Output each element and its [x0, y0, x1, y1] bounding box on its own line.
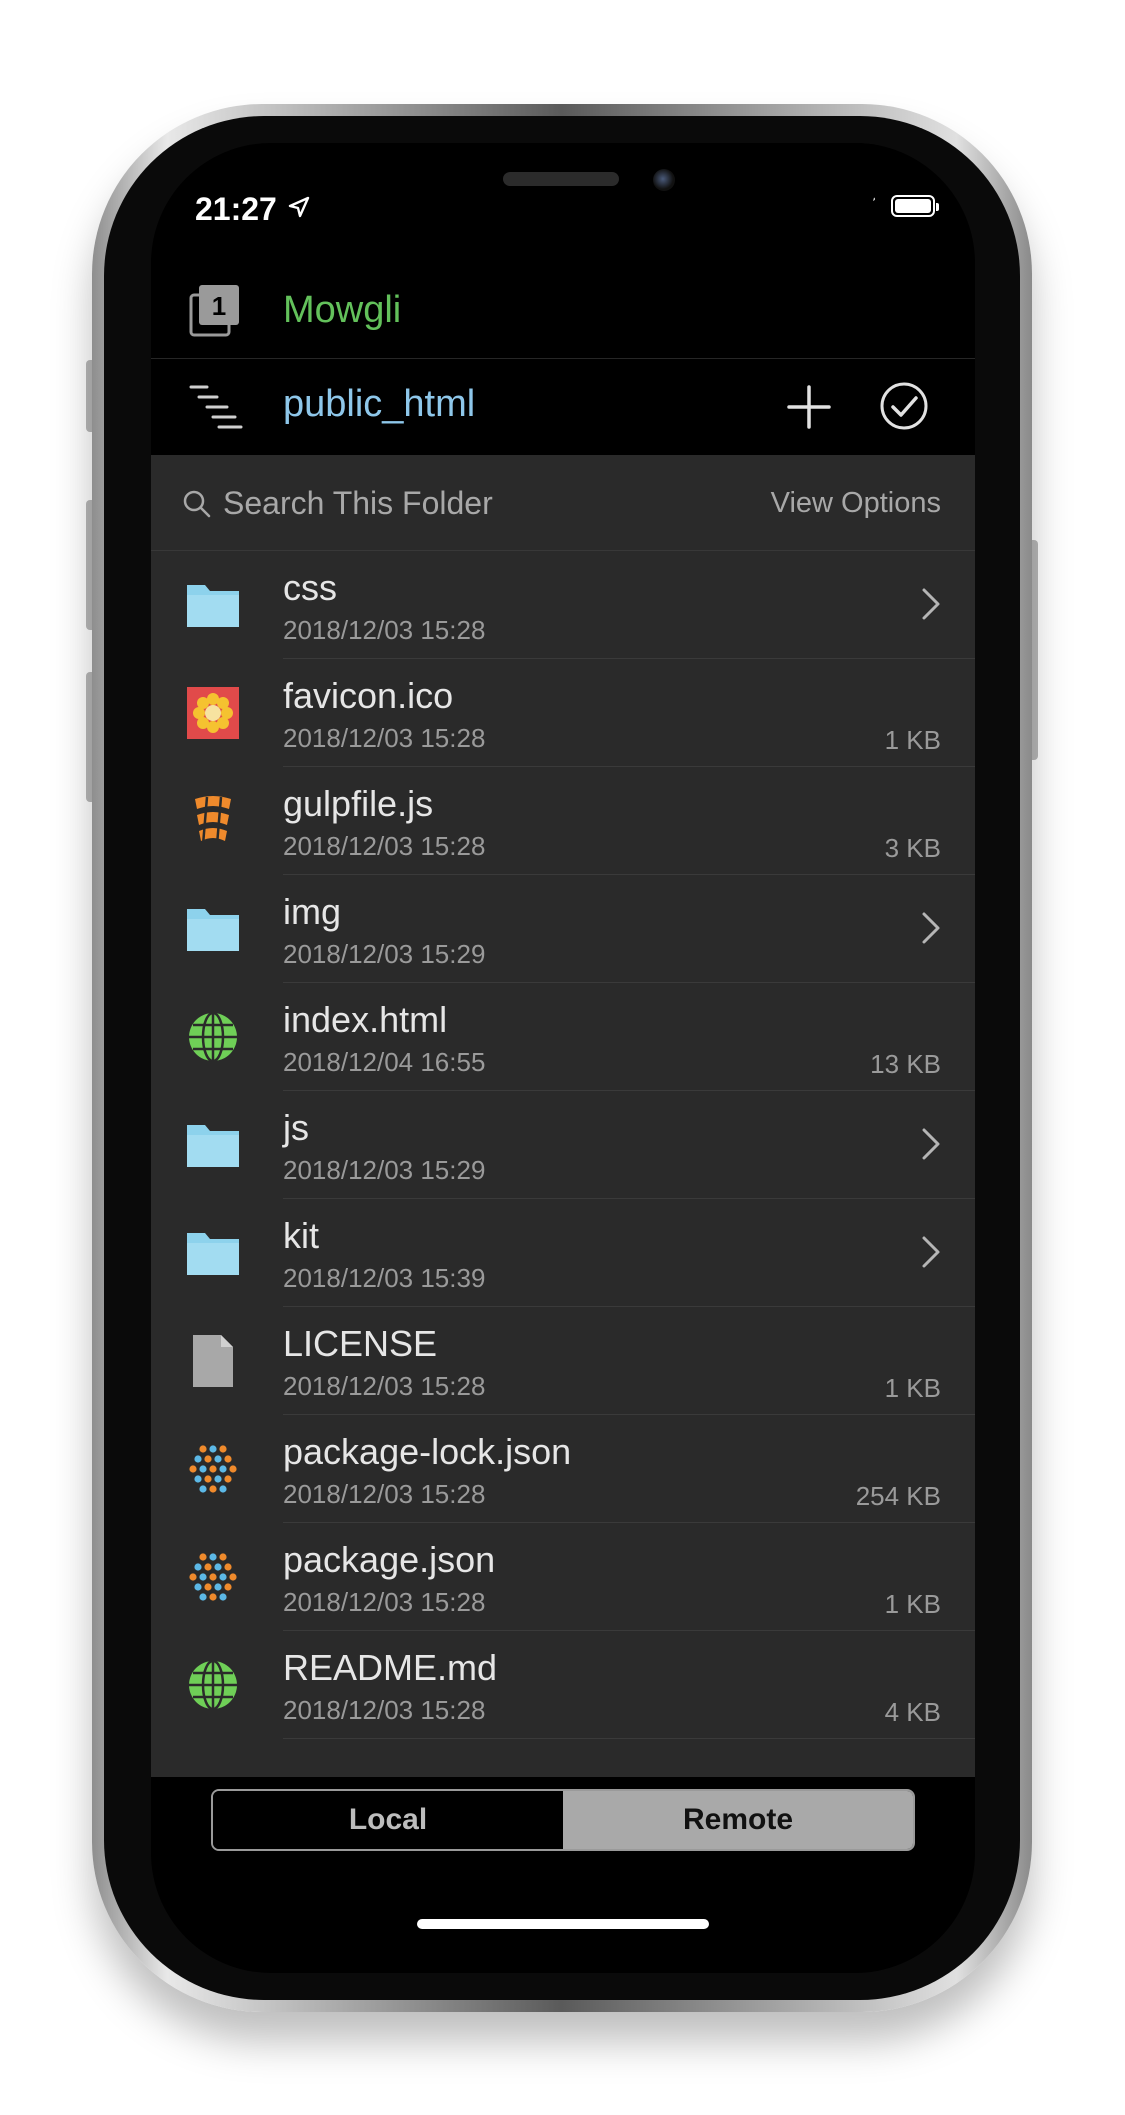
- file-size: 13 KB: [870, 1049, 941, 1079]
- file-name: gulpfile.js: [283, 783, 434, 824]
- dots-json-icon: [189, 1553, 237, 1601]
- chevron-right-icon: [922, 1128, 940, 1160]
- folder-icon: [187, 1125, 239, 1167]
- file-date: 2018/12/03 15:28: [283, 1587, 486, 1617]
- file-row-package[interactable]: package.json 2018/12/03 15:28 1 KB: [151, 1523, 975, 1631]
- account-header[interactable]: 1 Mowgli: [151, 263, 975, 359]
- notch: [431, 143, 875, 229]
- file-date: 2018/12/03 15:29: [283, 1155, 486, 1185]
- file-row-package-lock[interactable]: package-lock.json 2018/12/03 15:28 254 K…: [151, 1415, 975, 1523]
- file-name: scss: [283, 1767, 355, 1777]
- view-options-button[interactable]: View Options: [771, 487, 941, 520]
- file-list-panel: View Options css 2018/12/03 15:28: [151, 455, 975, 1777]
- folder-header: public_html: [151, 359, 975, 455]
- file-name: js: [283, 1107, 309, 1148]
- file-date: 2018/12/03 15:28: [283, 1479, 486, 1509]
- local-tab[interactable]: Local: [213, 1791, 563, 1849]
- current-folder-title: public_html: [283, 383, 476, 425]
- account-name[interactable]: Mowgli: [283, 289, 401, 332]
- account-stack-icon[interactable]: 1: [189, 283, 243, 337]
- file-size: 4 KB: [884, 1697, 941, 1727]
- document-icon: [193, 1335, 233, 1387]
- screen: 21:27 1 Mowgli public_html Search This F…: [151, 143, 975, 1973]
- dots-json-icon: [189, 1445, 237, 1493]
- file-row-css[interactable]: css 2018/12/03 15:28: [151, 551, 975, 659]
- chevron-right-icon: [922, 912, 940, 944]
- file-row-gulpfile[interactable]: gulpfile.js 2018/12/03 15:28 3 KB: [151, 767, 975, 875]
- chevron-right-icon: [922, 1236, 940, 1268]
- search-input[interactable]: [223, 481, 663, 525]
- file-size: 3 KB: [884, 833, 941, 863]
- file-name: css: [283, 567, 337, 608]
- file-name: favicon.ico: [283, 675, 454, 716]
- file-row-readme[interactable]: README.md 2018/12/03 15:28 4 KB: [151, 1631, 975, 1739]
- status-time: 21:27: [195, 191, 277, 227]
- file-row-favicon[interactable]: favicon.ico 2018/12/03 15:28 1 KB: [151, 659, 975, 767]
- location-arrow-icon: [288, 196, 310, 218]
- file-date: 2018/12/03 15:28: [283, 723, 486, 753]
- file-size: 1 KB: [884, 1589, 941, 1619]
- file-date: 2018/12/03 15:29: [283, 939, 486, 969]
- search-bar: View Options: [151, 455, 975, 551]
- file-size: 1 KB: [884, 725, 941, 755]
- select-button[interactable]: [879, 381, 929, 431]
- folder-icon: [187, 1233, 239, 1275]
- file-row-img[interactable]: img 2018/12/03 15:29: [151, 875, 975, 983]
- account-badge-number: 1: [212, 291, 226, 321]
- add-button[interactable]: [785, 383, 833, 431]
- globe-icon: [189, 1659, 237, 1711]
- globe-icon: [189, 1011, 237, 1063]
- file-date: 2018/12/03 15:28: [283, 615, 486, 645]
- file-date: 2018/12/03 15:28: [283, 1371, 486, 1401]
- home-indicator[interactable]: [417, 1919, 709, 1929]
- battery-icon: [891, 195, 939, 217]
- file-row-scss[interactable]: scss: [151, 1739, 975, 1777]
- file-row-license[interactable]: LICENSE 2018/12/03 15:28 1 KB: [151, 1307, 975, 1415]
- file-name: img: [283, 891, 342, 932]
- file-row-index[interactable]: index.html 2018/12/04 16:55 13 KB: [151, 983, 975, 1091]
- front-camera: [653, 169, 675, 191]
- file-row-kit[interactable]: kit 2018/12/03 15:39: [151, 1199, 975, 1307]
- remote-tab[interactable]: Remote: [563, 1791, 913, 1849]
- file-name: README.md: [283, 1647, 498, 1688]
- earpiece-speaker: [503, 172, 619, 186]
- file-name: package-lock.json: [283, 1431, 572, 1472]
- file-name: kit: [283, 1215, 319, 1256]
- file-date: 2018/12/03 15:39: [283, 1263, 486, 1293]
- local-remote-segmented-control: Local Remote: [211, 1789, 915, 1851]
- script-file-icon: [195, 796, 231, 846]
- file-size: 1 KB: [884, 1373, 941, 1403]
- file-date: 2018/12/04 16:55: [283, 1047, 486, 1077]
- file-date: 2018/12/03 15:28: [283, 1695, 486, 1725]
- file-size: 254 KB: [855, 1481, 941, 1511]
- search-icon: [183, 490, 211, 518]
- folder-tree-icon[interactable]: [189, 383, 243, 431]
- file-name: LICENSE: [283, 1323, 438, 1364]
- chevron-right-icon: [922, 588, 940, 620]
- sunflower-image-icon: [187, 687, 239, 739]
- folder-icon: [187, 909, 239, 951]
- file-date: 2018/12/03 15:28: [283, 831, 486, 861]
- file-name: index.html: [283, 999, 448, 1040]
- file-list: css 2018/12/03 15:28 favicon.ico 2018/12…: [151, 551, 975, 1777]
- file-name: package.json: [283, 1539, 496, 1580]
- folder-icon: [187, 585, 239, 627]
- file-row-js[interactable]: js 2018/12/03 15:29: [151, 1091, 975, 1199]
